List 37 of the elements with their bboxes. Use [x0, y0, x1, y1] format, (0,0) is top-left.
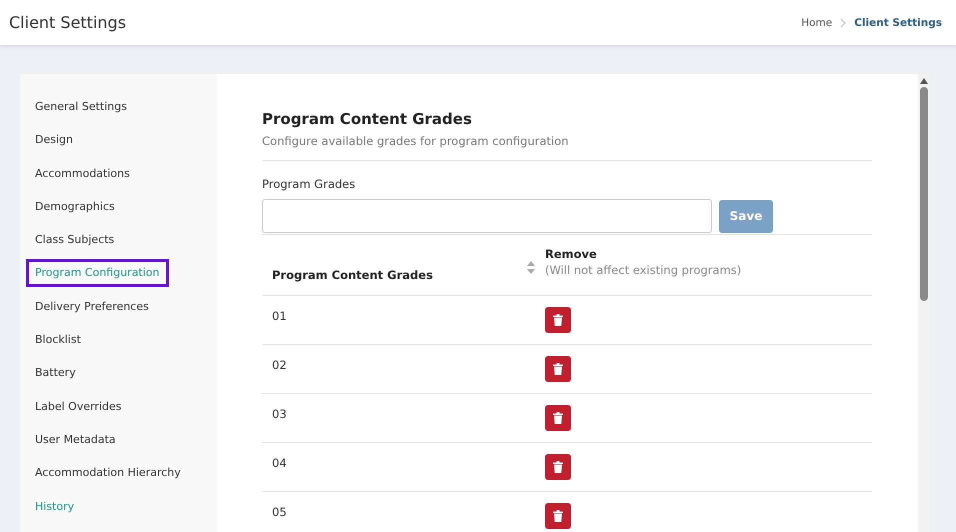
column-header: Program Content Grades — [272, 268, 433, 282]
section-title: Program Content Grades — [262, 110, 473, 128]
breadcrumb-link[interactable]: Home — [801, 16, 832, 28]
sidebar-item[interactable]: Accommodations — [26, 160, 139, 188]
table-cell-text: 01 — [271, 308, 288, 325]
chevron-icon — [840, 18, 846, 28]
sidebar-item[interactable]: Design — [26, 126, 82, 154]
table-cell-text: 05 — [271, 504, 288, 521]
delete-button[interactable] — [545, 503, 571, 529]
sidebar-item[interactable]: User Metadata — [26, 426, 125, 454]
sidebar-item[interactable]: Demographics — [26, 192, 124, 221]
field-label: Program Grades — [262, 177, 356, 191]
page-title: Client Settings — [9, 13, 126, 32]
sidebar-item[interactable]: Accommodation Hierarchy — [26, 459, 190, 488]
trash-icon — [553, 363, 563, 375]
scroll-up-icon[interactable] — [920, 78, 928, 84]
delete-button[interactable] — [545, 405, 571, 431]
sidebar-item[interactable]: Blocklist — [26, 326, 90, 354]
delete-button[interactable] — [545, 356, 571, 382]
delete-button[interactable] — [545, 454, 571, 480]
table-cell-text: 03 — [271, 406, 288, 423]
trash-icon — [553, 314, 563, 326]
sidebar-item[interactable]: Class Subjects — [26, 226, 124, 254]
trash-icon — [553, 510, 563, 522]
trash-icon — [553, 412, 563, 424]
column-note: (Will not affect existing programs) — [545, 263, 742, 277]
sidebar-item[interactable]: General Settings — [26, 93, 136, 121]
breadcrumb-link[interactable]: Client Settings — [854, 16, 942, 28]
column-header: Remove — [545, 247, 598, 261]
sidebar-item[interactable]: Battery — [26, 359, 85, 388]
table-cell-text: 04 — [271, 455, 288, 472]
sidebar-item[interactable]: Label Overrides — [26, 392, 130, 421]
table-cell-text: 02 — [271, 357, 288, 374]
section-subtitle: Configure available grades for program configuration — [262, 134, 872, 161]
trash-icon — [553, 461, 563, 473]
delete-button[interactable] — [545, 307, 571, 333]
sidebar-item[interactable]: Delivery Preferences — [26, 292, 158, 321]
